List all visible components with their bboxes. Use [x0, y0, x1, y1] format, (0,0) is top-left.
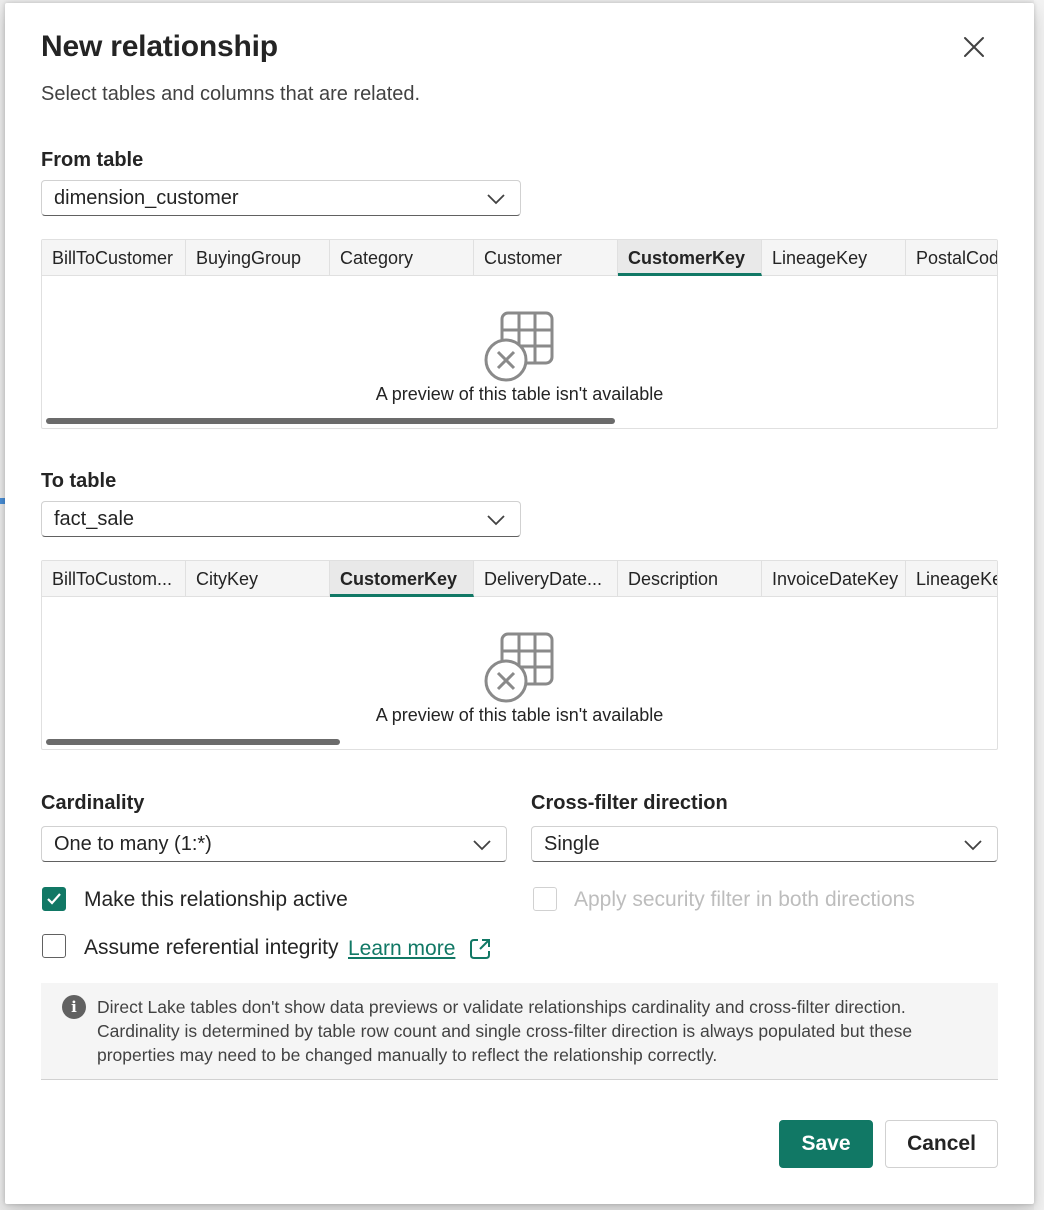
column-header[interactable]: LineageKey	[762, 240, 906, 276]
info-message: i Direct Lake tables don't show data pre…	[41, 983, 998, 1080]
column-header[interactable]: CustomerKey	[618, 240, 762, 276]
learn-more-link[interactable]: Learn more	[348, 937, 455, 961]
cross-filter-value: Single	[544, 832, 600, 855]
column-header[interactable]: BillToCustomer	[42, 240, 186, 276]
column-header[interactable]: LineageKey	[906, 561, 997, 597]
column-header[interactable]: Customer	[474, 240, 618, 276]
dialog-title: New relationship	[41, 30, 278, 63]
cancel-button[interactable]: Cancel	[885, 1120, 998, 1168]
horizontal-scrollbar[interactable]	[46, 418, 615, 424]
column-header[interactable]: InvoiceDateKey	[762, 561, 906, 597]
close-icon	[964, 37, 984, 57]
table-unavailable-icon	[484, 311, 554, 382]
cross-filter-label: Cross-filter direction	[531, 792, 728, 814]
column-header[interactable]: BillToCustom...	[42, 561, 186, 597]
close-button[interactable]	[957, 30, 991, 64]
new-relationship-dialog: New relationship Select tables and colum…	[5, 3, 1034, 1204]
preview-unavailable-text: A preview of this table isn't available	[375, 705, 664, 725]
referential-integrity-label: Assume referential integrity	[84, 936, 339, 959]
from-table-preview: BillToCustomer BuyingGroup Category Custome…	[41, 239, 998, 429]
to-table-preview: BillToCustom... CityKey CustomerKey Deliver…	[41, 560, 998, 750]
make-active-label: Make this relationship active	[84, 888, 348, 911]
background-strip	[1034, 0, 1044, 1210]
to-table-label: To table	[41, 470, 117, 492]
chevron-down-icon	[487, 194, 505, 205]
from-table-value: dimension_customer	[54, 186, 239, 209]
column-header[interactable]: BuyingGroup	[186, 240, 330, 276]
cardinality-dropdown[interactable]: One to many (1:*)	[41, 826, 507, 862]
cross-filter-dropdown[interactable]: Single	[531, 826, 998, 862]
referential-integrity-checkbox[interactable]	[42, 934, 66, 958]
cardinality-label: Cardinality	[41, 792, 145, 814]
chevron-down-icon	[473, 840, 491, 851]
cardinality-value: One to many (1:*)	[54, 832, 212, 855]
make-active-checkbox[interactable]	[42, 887, 66, 911]
column-header[interactable]: CustomerKey	[330, 561, 474, 597]
preview-unavailable-text: A preview of this table isn't available	[375, 384, 664, 404]
info-icon: i	[62, 995, 86, 1019]
chevron-down-icon	[487, 515, 505, 526]
dialog-subtitle: Select tables and columns that are relat…	[41, 83, 421, 105]
horizontal-scrollbar[interactable]	[46, 739, 340, 745]
to-table-value: fact_sale	[54, 507, 135, 530]
from-table-label: From table	[41, 149, 144, 171]
security-filter-checkbox[interactable]	[533, 887, 557, 911]
external-link-icon[interactable]	[468, 937, 492, 961]
column-header[interactable]: Description	[618, 561, 762, 597]
column-header[interactable]: Category	[330, 240, 474, 276]
to-table-dropdown[interactable]: fact_sale	[41, 501, 521, 537]
table-unavailable-icon	[484, 632, 554, 703]
checkmark-icon	[47, 893, 61, 905]
chevron-down-icon	[964, 840, 982, 851]
column-header[interactable]: DeliveryDate...	[474, 561, 618, 597]
info-text: Direct Lake tables don't show data previ…	[97, 997, 913, 1065]
save-button[interactable]: Save	[779, 1120, 873, 1168]
security-filter-label: Apply security filter in both directions	[574, 888, 915, 911]
column-header[interactable]: PostalCode	[906, 240, 997, 276]
to-table-columns: BillToCustom... CityKey CustomerKey Deliver…	[42, 561, 997, 597]
from-table-columns: BillToCustomer BuyingGroup Category Custome…	[42, 240, 997, 276]
column-header[interactable]: CityKey	[186, 561, 330, 597]
from-table-dropdown[interactable]: dimension_customer	[41, 180, 521, 216]
